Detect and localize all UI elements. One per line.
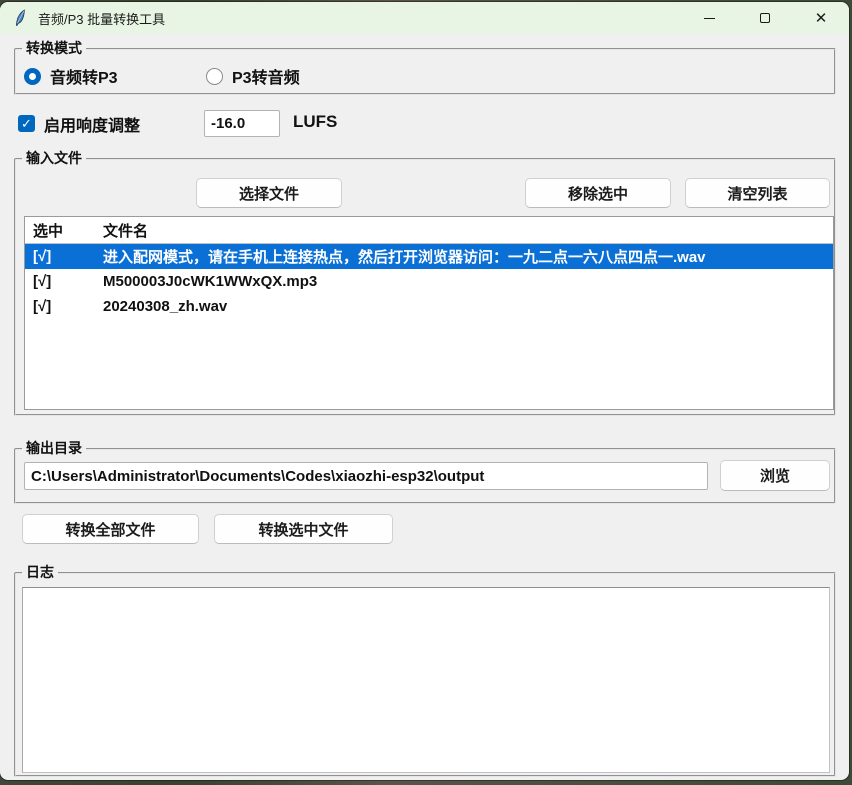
remove-selected-button[interactable]: 移除选中 (525, 178, 671, 208)
mode-group-label: 转换模式 (22, 39, 86, 59)
log-group-label: 日志 (22, 563, 58, 583)
lufs-input[interactable] (204, 110, 280, 137)
clear-list-button[interactable]: 清空列表 (685, 178, 830, 208)
titlebar[interactable]: 音频/P3 批量转换工具 ✕ (0, 2, 849, 34)
convert-selected-button[interactable]: 转换选中文件 (214, 514, 393, 544)
window-title: 音频/P3 批量转换工具 (38, 9, 165, 28)
maximize-button[interactable] (737, 2, 793, 34)
app-window: 音频/P3 批量转换工具 ✕ 转换模式 音频转P3 P3转音频 启用响度调整 L… (0, 2, 849, 780)
radio-audio-to-p3[interactable]: 音频转P3 (24, 64, 118, 88)
header-cell-filename[interactable]: 文件名 (97, 220, 833, 241)
log-textarea[interactable] (22, 587, 830, 773)
lufs-unit-label: LUFS (293, 112, 337, 132)
file-table-header[interactable]: 选中 文件名 (25, 217, 833, 244)
minimize-icon (704, 18, 715, 19)
row-filename-cell: M500003J0cWK1WWxQX.mp3 (97, 273, 833, 290)
maximize-icon (760, 13, 770, 23)
window-controls: ✕ (681, 2, 849, 34)
close-icon: ✕ (815, 11, 828, 26)
radio-p3-to-audio[interactable]: P3转音频 (206, 64, 300, 88)
loudness-label: 启用响度调整 (44, 112, 140, 136)
checkbox-checked-icon (18, 115, 35, 132)
table-row[interactable]: [√] 20240308_zh.wav (25, 294, 833, 319)
radio-p3-to-audio-label: P3转音频 (232, 64, 300, 88)
mode-groupbox: 转换模式 音频转P3 P3转音频 (14, 48, 836, 95)
radio-audio-to-p3-label: 音频转P3 (50, 64, 118, 88)
file-table: 选中 文件名 [√] 进入配网模式，请在手机上连接热点，然后打开浏览器访问：一九… (24, 216, 834, 410)
table-row[interactable]: [√] 进入配网模式，请在手机上连接热点，然后打开浏览器访问：一九二点一六八点四… (25, 244, 833, 269)
output-dir-input[interactable] (24, 462, 708, 490)
output-dir-group-label: 输出目录 (22, 439, 86, 459)
select-files-button[interactable]: 选择文件 (196, 178, 342, 208)
output-dir-groupbox: 输出目录 浏览 (14, 448, 836, 504)
row-check-cell: [√] (25, 298, 97, 315)
radio-unselected-icon (206, 68, 223, 85)
radio-selected-icon (24, 68, 41, 85)
loudness-checkbox[interactable]: 启用响度调整 (18, 110, 140, 137)
row-check-cell: [√] (25, 273, 97, 290)
app-feather-icon (12, 9, 30, 27)
minimize-button[interactable] (681, 2, 737, 34)
input-files-group-label: 输入文件 (22, 149, 86, 169)
browse-button[interactable]: 浏览 (720, 460, 830, 491)
table-row[interactable]: [√] M500003J0cWK1WWxQX.mp3 (25, 269, 833, 294)
close-button[interactable]: ✕ (793, 2, 849, 34)
row-check-cell: [√] (25, 248, 97, 265)
log-groupbox: 日志 (14, 572, 836, 777)
header-cell-checked[interactable]: 选中 (25, 220, 97, 241)
row-filename-cell: 20240308_zh.wav (97, 298, 833, 315)
row-filename-cell: 进入配网模式，请在手机上连接热点，然后打开浏览器访问：一九二点一六八点四点一.w… (97, 246, 833, 267)
convert-all-button[interactable]: 转换全部文件 (22, 514, 199, 544)
input-files-groupbox: 输入文件 选择文件 移除选中 清空列表 选中 文件名 [√] 进入配网模式，请在… (14, 158, 836, 416)
